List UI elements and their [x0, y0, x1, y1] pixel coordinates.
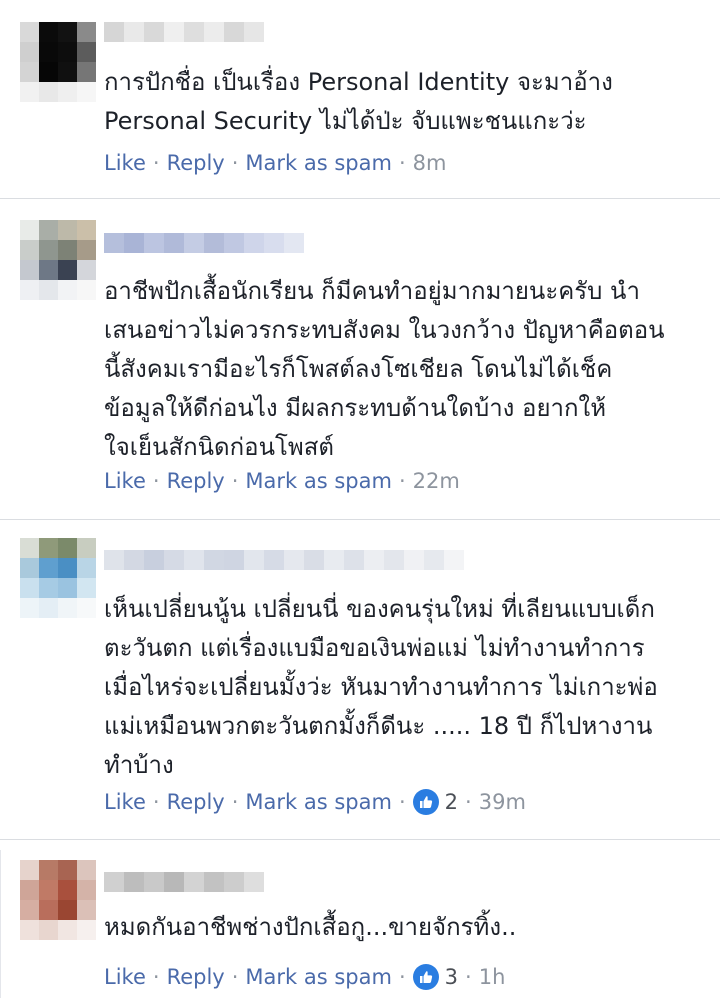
comment-divider [0, 519, 720, 520]
comment-actions: Like · Reply · Mark as spam · 8m [104, 148, 446, 178]
separator: · [231, 790, 239, 814]
separator: · [231, 965, 239, 989]
reply-link[interactable]: Reply [167, 151, 225, 175]
thumbs-up-icon[interactable] [412, 789, 439, 815]
separator: · [465, 965, 472, 989]
commenter-name[interactable] [104, 22, 264, 42]
separator: · [231, 151, 239, 175]
like-link[interactable]: Like [104, 965, 146, 989]
separator: · [231, 469, 239, 493]
mark-as-spam-link[interactable]: Mark as spam [245, 965, 392, 989]
comment-actions: Like · Reply · Mark as spam · 2 · 39m [104, 787, 526, 817]
reaction-count[interactable]: 2 [445, 790, 458, 814]
comment-timestamp[interactable]: 1h [479, 965, 506, 989]
separator: · [398, 469, 406, 493]
separator: · [152, 469, 160, 493]
separator: · [465, 790, 472, 814]
reply-link[interactable]: Reply [167, 965, 225, 989]
avatar[interactable] [20, 22, 96, 102]
separator: · [398, 965, 406, 989]
avatar[interactable] [20, 538, 96, 618]
comment-timestamp[interactable]: 39m [479, 790, 526, 814]
mark-as-spam-link[interactable]: Mark as spam [245, 469, 392, 493]
avatar[interactable] [20, 860, 96, 940]
thumbs-up-glyph [419, 796, 432, 808]
reply-link[interactable]: Reply [167, 469, 225, 493]
separator: · [152, 151, 160, 175]
like-link[interactable]: Like [104, 151, 146, 175]
separator: · [398, 790, 406, 814]
thumbs-up-glyph [419, 971, 432, 983]
comment-text: การปักชื่อ เป็นเรื่อง Personal Identity … [104, 68, 613, 135]
comment-timestamp[interactable]: 8m [413, 151, 447, 175]
comment-text: หมดกันอาชีพช่างปักเสื้อกู...ขายจักรทิ้ง.… [104, 913, 517, 941]
comment-divider [0, 839, 720, 840]
comment-actions: Like · Reply · Mark as spam · 22m [104, 466, 460, 496]
separator: · [152, 965, 160, 989]
commenter-name[interactable] [104, 550, 464, 570]
avatar[interactable] [20, 220, 96, 300]
thread-edge [0, 850, 1, 998]
mark-as-spam-link[interactable]: Mark as spam [245, 151, 392, 175]
comment-feed: การปักชื่อ เป็นเรื่อง Personal Identity … [0, 0, 720, 998]
separator: · [152, 790, 160, 814]
separator: · [398, 151, 406, 175]
comment-text: อาชีพปักเสื้อนักเรียน ก็มีคนทำอยู่มากมาย… [104, 277, 665, 461]
commenter-name[interactable] [104, 233, 304, 253]
like-link[interactable]: Like [104, 469, 146, 493]
reaction-count[interactable]: 3 [445, 965, 458, 989]
thumbs-up-icon[interactable] [412, 964, 439, 990]
comment-actions: Like · Reply · Mark as spam · 3 · 1h [104, 962, 505, 992]
like-link[interactable]: Like [104, 790, 146, 814]
comment-divider [0, 198, 720, 199]
comment-timestamp[interactable]: 22m [413, 469, 460, 493]
comment-text: เห็นเปลี่ยนนู้น เปลี่ยนนี่ ของคนรุ่นใหม่… [104, 595, 658, 779]
commenter-name[interactable] [104, 872, 264, 892]
mark-as-spam-link[interactable]: Mark as spam [245, 790, 392, 814]
reply-link[interactable]: Reply [167, 790, 225, 814]
